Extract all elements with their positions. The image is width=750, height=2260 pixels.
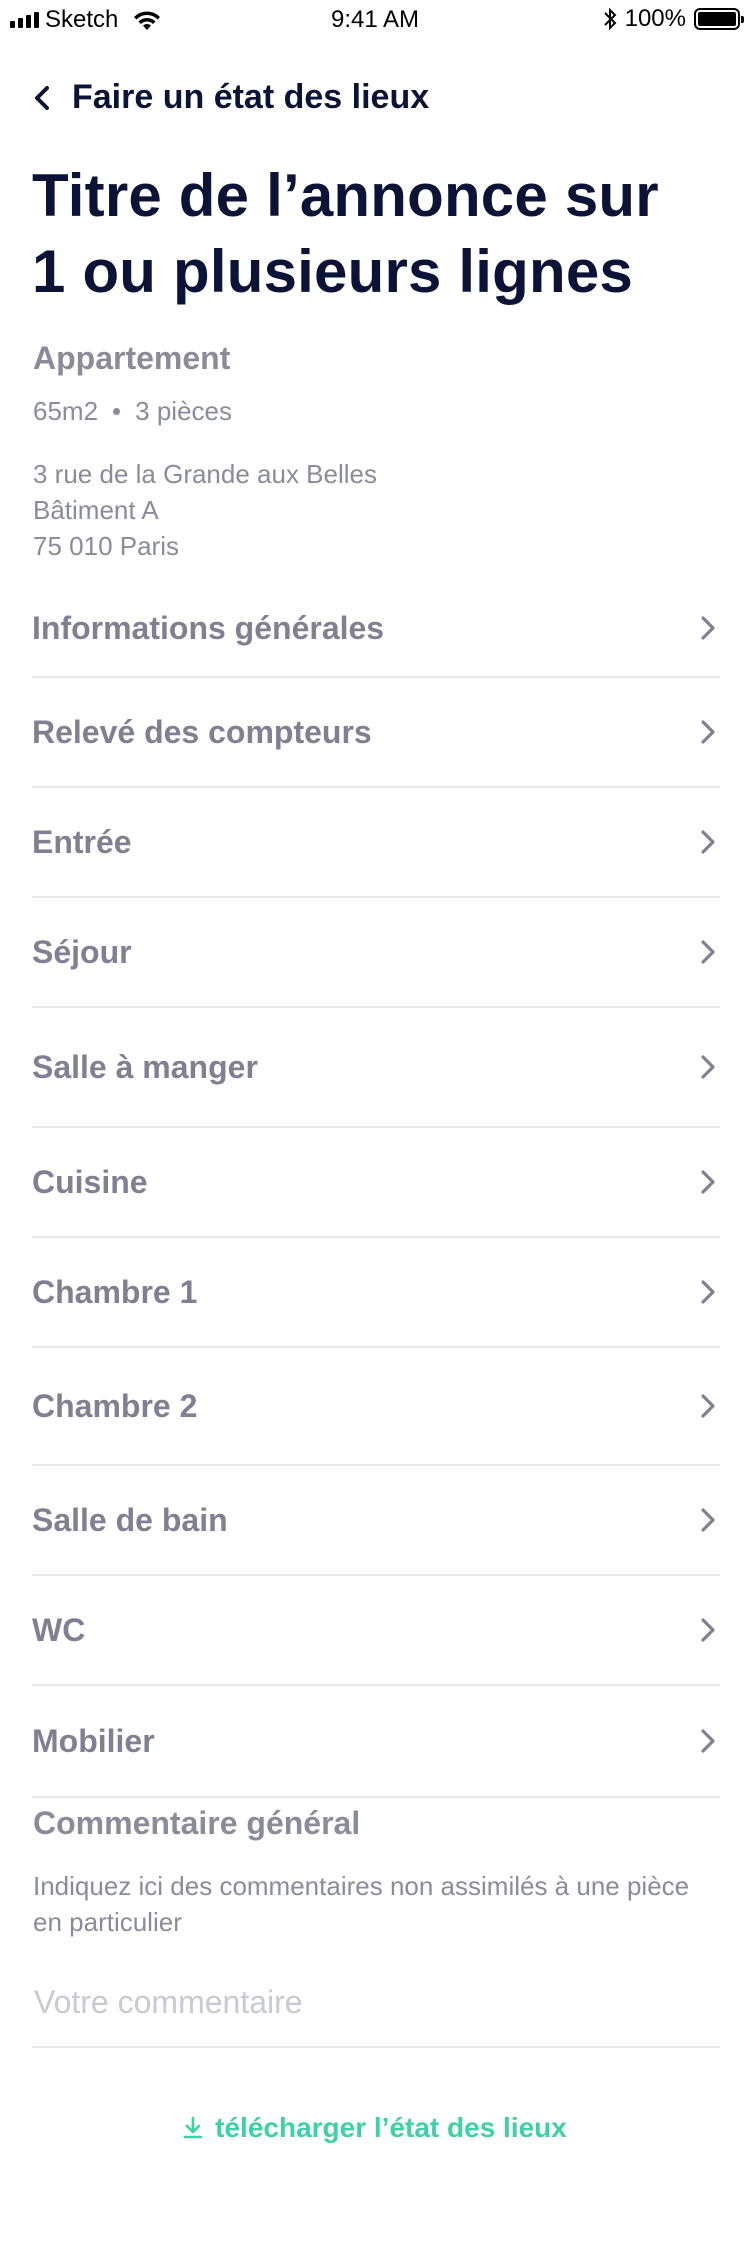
menu-item-chambre-1[interactable]: Chambre 1 xyxy=(32,1238,720,1348)
meta-separator: • xyxy=(112,396,122,426)
property-type: Appartement xyxy=(33,340,231,376)
property-surface: 65m2 xyxy=(33,396,99,426)
menu-item-sejour[interactable]: Séjour xyxy=(32,898,720,1008)
menu-item-label: Cuisine xyxy=(32,1163,148,1200)
menu-item-label: Entrée xyxy=(32,823,132,860)
download-icon xyxy=(183,2116,203,2139)
menu-item-label: Salle à manger xyxy=(32,1048,258,1085)
chevron-right-icon xyxy=(701,1170,715,1194)
menu-item-wc[interactable]: WC xyxy=(32,1576,720,1686)
address-line: 3 rue de la Grande aux Belles xyxy=(33,459,377,489)
menu-item-label: Salle de bain xyxy=(32,1501,228,1538)
comment-input[interactable] xyxy=(32,1958,720,2048)
chevron-right-icon xyxy=(701,1729,715,1753)
chevron-left-icon xyxy=(35,85,49,110)
menu-item-label: Chambre 1 xyxy=(32,1273,198,1310)
menu-item-label: Séjour xyxy=(32,933,132,970)
menu-item-chambre-2[interactable]: Chambre 2 xyxy=(32,1348,720,1466)
chevron-right-icon xyxy=(701,1280,715,1304)
menu-item-informations-generales[interactable]: Informations générales xyxy=(32,580,720,678)
chevron-right-icon xyxy=(701,1055,715,1079)
comment-section-title: Commentaire général xyxy=(33,1805,361,1841)
page-title: Titre de l’annonce sur 1 ou plusieurs li… xyxy=(32,162,659,305)
chevron-right-icon xyxy=(701,830,715,854)
chevron-right-icon xyxy=(701,720,715,744)
menu-item-label: Mobilier xyxy=(32,1722,155,1759)
back-button[interactable]: Faire un état des lieux xyxy=(32,78,429,117)
menu-item-salle-a-manger[interactable]: Salle à manger xyxy=(32,1008,720,1128)
property-meta: 65m2 • 3 pièces xyxy=(33,396,232,427)
status-bar: Sketch 9:41 AM 100% xyxy=(0,0,750,40)
menu-item-label: Chambre 2 xyxy=(32,1387,198,1424)
bluetooth-icon xyxy=(603,7,617,31)
battery-percent: 100% xyxy=(624,5,686,32)
menu-item-label: Relevé des compteurs xyxy=(32,713,372,750)
chevron-right-icon xyxy=(701,616,715,640)
menu-item-label: Informations générales xyxy=(32,609,385,646)
menu-item-entree[interactable]: Entrée xyxy=(32,788,720,898)
menu-item-mobilier[interactable]: Mobilier xyxy=(32,1686,720,1798)
comment-description: Indiquez ici des commentaires non assimi… xyxy=(33,1871,690,1937)
property-address: 3 rue de la Grande aux Belles Bâtiment A… xyxy=(33,456,377,564)
property-rooms: 3 pièces xyxy=(135,396,232,426)
status-right: 100% xyxy=(603,5,744,33)
chevron-right-icon xyxy=(701,1394,715,1418)
room-menu: Informations générales Relevé des compte… xyxy=(32,580,720,1798)
back-button-label: Faire un état des lieux xyxy=(72,78,430,116)
address-line: 75 010 Paris xyxy=(33,531,179,561)
chevron-right-icon xyxy=(701,940,715,964)
menu-item-cuisine[interactable]: Cuisine xyxy=(32,1128,720,1238)
menu-item-releve-compteurs[interactable]: Relevé des compteurs xyxy=(32,678,720,788)
chevron-right-icon xyxy=(701,1508,715,1532)
download-link[interactable]: télécharger l’état des lieux xyxy=(0,2112,750,2144)
menu-item-salle-de-bain[interactable]: Salle de bain xyxy=(32,1466,720,1576)
chevron-right-icon xyxy=(701,1618,715,1642)
download-label: télécharger l’état des lieux xyxy=(215,2112,567,2143)
menu-item-label: WC xyxy=(32,1611,86,1648)
address-line: Bâtiment A xyxy=(33,495,159,525)
battery-icon xyxy=(694,8,744,30)
